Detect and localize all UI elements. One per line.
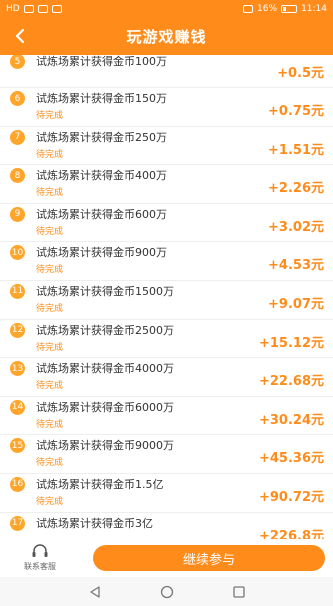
task-number-badge: 17	[10, 515, 25, 531]
signal-icon	[23, 5, 34, 13]
task-name: 试炼场累计获得金币150万	[36, 92, 167, 105]
square-recents-icon	[232, 585, 245, 598]
status-left: HD	[6, 4, 62, 14]
app-notification-icon	[51, 5, 62, 13]
task-name: 试炼场累计获得金币250万	[36, 130, 167, 144]
status-bar: HD 16% 11:14	[0, 0, 333, 18]
task-row[interactable]: 14 试炼场累计获得金币6000万 待完成 +30.24元	[0, 396, 333, 436]
task-row[interactable]: 11 试炼场累计获得金币1500万 待完成 +9.07元	[0, 280, 333, 320]
task-reward: +4.53元	[268, 258, 324, 274]
task-status: 待完成	[36, 188, 64, 199]
task-number-badge: 12	[10, 322, 25, 338]
task-number-badge: 14	[10, 399, 25, 415]
task-status: 待完成	[36, 265, 64, 276]
task-reward: +0.75元	[268, 104, 324, 119]
task-row[interactable]: 12 试炼场累计获得金币2500万 待完成 +15.12元	[0, 319, 333, 359]
task-name: 试炼场累计获得金币4000万	[36, 362, 174, 376]
page: HD 16% 11:14 玩游戏赚钱 5 试炼场累计获得金币100万 +0.5元 6 试…	[0, 0, 333, 606]
task-list[interactable]: 5 试炼场累计获得金币100万 +0.5元 6 试炼场累计获得金币150万 待完成 +0.7…	[0, 55, 333, 539]
task-status: 待完成	[36, 342, 64, 353]
task-number-badge: 13	[10, 361, 25, 377]
task-status: 待完成	[36, 458, 64, 469]
task-row[interactable]: 15 试炼场累计获得金币9000万 待完成 +45.36元	[0, 435, 333, 474]
task-name: 试炼场累计获得金币1.5亿	[36, 477, 164, 491]
task-reward: +0.5元	[277, 66, 324, 81]
task-name: 试炼场累计获得金币600万	[36, 207, 167, 221]
task-reward: +30.24元	[258, 412, 324, 428]
task-status: 待完成	[36, 111, 64, 121]
nav-recents-button[interactable]	[229, 582, 249, 602]
triangle-back-icon	[89, 585, 100, 598]
task-reward: +90.72元	[258, 489, 324, 505]
task-number-badge: 6	[10, 91, 25, 106]
task-name: 试炼场累计获得金币900万	[36, 246, 167, 260]
status-right: 16% 11:14	[243, 4, 327, 14]
battery-percent: 16%	[257, 4, 278, 14]
task-reward: +9.07元	[268, 296, 324, 312]
bottom-bar: 联系客服 继续参与	[0, 539, 333, 577]
task-row[interactable]: 6 试炼场累计获得金币150万 待完成 +0.75元	[0, 88, 333, 127]
task-status: 待完成	[36, 496, 64, 507]
task-row[interactable]: 9 试炼场累计获得金币600万 待完成 +3.02元	[0, 203, 333, 243]
battery-icon	[281, 5, 298, 13]
customer-service-label: 联系客服	[24, 562, 56, 571]
task-reward: +22.68元	[258, 374, 324, 390]
task-reward: +1.51元	[268, 142, 324, 158]
task-name: 试炼场累计获得金币1500万	[36, 284, 174, 298]
task-row[interactable]: 10 试炼场累计获得金币900万 待完成 +4.53元	[0, 242, 333, 281]
task-name: 试炼场累计获得金币2500万	[36, 323, 174, 337]
wifi-icon	[37, 5, 48, 13]
task-row[interactable]: 13 试炼场累计获得金币4000万 待完成 +22.68元	[0, 358, 333, 397]
task-row[interactable]: 5 试炼场累计获得金币100万 +0.5元	[0, 55, 333, 88]
customer-service-button[interactable]: 联系客服	[0, 539, 80, 577]
task-status: 待完成	[36, 149, 64, 160]
chevron-left-icon	[15, 29, 25, 43]
task-reward: +15.12元	[258, 335, 324, 351]
task-status: 待完成	[36, 226, 64, 237]
nav-home-button[interactable]	[157, 582, 177, 602]
task-name: 试炼场累计获得金币3亿	[36, 516, 153, 530]
nav-back-button[interactable]	[85, 582, 105, 602]
task-number-badge: 10	[10, 245, 25, 261]
task-name: 试炼场累计获得金币100万	[36, 55, 167, 68]
task-number-badge: 5	[10, 55, 25, 69]
network-label: HD	[6, 4, 20, 14]
task-name: 试炼场累计获得金币9000万	[36, 439, 174, 453]
task-row[interactable]: 16 试炼场累计获得金币1.5亿 待完成 +90.72元	[0, 473, 333, 513]
task-reward: +2.26元	[268, 181, 324, 197]
task-number-badge: 8	[10, 168, 25, 184]
clock: 11:14	[301, 4, 327, 14]
task-name: 试炼场累计获得金币6000万	[36, 400, 174, 414]
task-number-badge: 15	[10, 438, 25, 454]
task-status: 待完成	[36, 303, 64, 314]
task-status: 待完成	[36, 381, 64, 392]
back-button[interactable]	[10, 26, 30, 46]
task-reward: +45.36元	[258, 451, 324, 467]
task-number-badge: 9	[10, 206, 25, 222]
page-title: 玩游戏赚钱	[126, 28, 207, 46]
task-reward: +226.8元	[258, 528, 324, 539]
task-reward: +3.02元	[268, 219, 324, 235]
task-status: 待完成	[36, 419, 64, 430]
continue-button[interactable]: 继续参与	[93, 545, 325, 571]
task-number-badge: 16	[10, 476, 25, 492]
task-name: 试炼场累计获得金币400万	[36, 169, 167, 183]
top-bar: 玩游戏赚钱	[0, 18, 333, 55]
circle-home-icon	[160, 585, 173, 598]
headset-icon	[32, 544, 48, 557]
task-row[interactable]: 8 试炼场累计获得金币400万 待完成 +2.26元	[0, 165, 333, 204]
task-row[interactable]: 7 试炼场累计获得金币250万 待完成 +1.51元	[0, 126, 333, 166]
task-number-badge: 11	[10, 283, 25, 299]
vibrate-icon	[243, 5, 254, 13]
system-nav-bar	[0, 577, 333, 606]
task-number-badge: 7	[10, 129, 25, 145]
task-row[interactable]: 17 试炼场累计获得金币3亿 +226.8元	[0, 512, 333, 539]
